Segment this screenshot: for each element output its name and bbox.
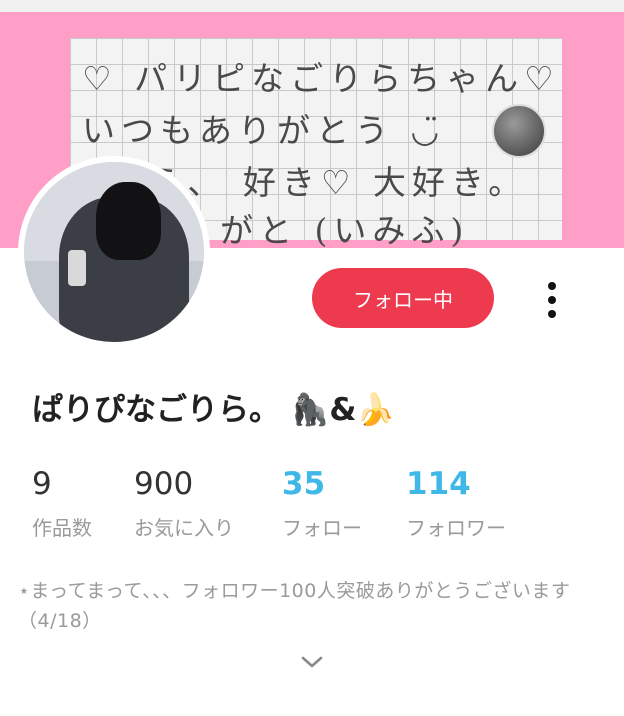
following-button[interactable]: フォロー中 — [312, 268, 494, 328]
more-options-icon[interactable] — [532, 278, 572, 322]
username: ぱりぴなごりら。 🦍&🍌 — [32, 392, 396, 428]
profile-bio: ⋆まってまって、、、フォロワー100人突破ありがとうございます（4/18） — [18, 580, 571, 632]
stat-followers[interactable]: 114 フォロワー — [406, 462, 506, 541]
avatar[interactable] — [18, 156, 210, 348]
status-strip — [0, 0, 624, 12]
photo-sticker — [492, 104, 546, 158]
note-line-4: がと (いみふ) — [220, 211, 470, 248]
stat-works: 9 作品数 — [32, 466, 92, 540]
chevron-down-icon[interactable] — [300, 650, 324, 674]
note-line-2: いつもありがとう ◡̈ — [82, 111, 446, 150]
avatar-photo — [24, 162, 204, 342]
stat-following[interactable]: 35 フォロー — [282, 462, 362, 541]
note-line-1: ♡ パリピなごりらちゃん♡ — [82, 59, 560, 98]
stat-favorites: 900 お気に入り — [134, 466, 234, 540]
